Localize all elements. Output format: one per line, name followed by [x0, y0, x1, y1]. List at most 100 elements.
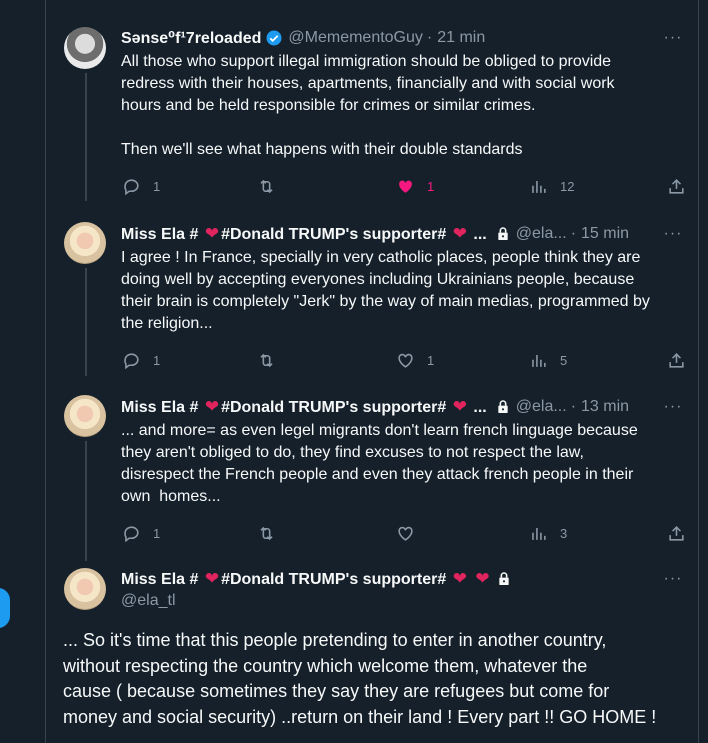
views-button[interactable]: 3 [529, 524, 567, 543]
like-icon [398, 353, 413, 368]
reply-button[interactable]: 1 [122, 351, 160, 370]
share-icon [669, 525, 684, 541]
focused-tweet[interactable]: Miss Ela # ❤ #Donald TRUMP's supporter# ❤… [46, 558, 698, 743]
compose-fab-edge[interactable] [0, 588, 10, 628]
tweet-text: All those who support illegal immigratio… [121, 51, 681, 161]
retweet-button[interactable] [257, 351, 276, 370]
lock-icon [498, 400, 508, 413]
display-name[interactable]: Miss Ela # ❤ #Donald TRUMP's supporter# ❤… [121, 569, 492, 589]
views-icon [532, 527, 546, 540]
name-suffix: #Donald TRUMP's supporter# [221, 226, 447, 243]
avatar[interactable] [64, 222, 106, 264]
name-suffix: #Donald TRUMP's supporter# [221, 399, 447, 416]
heart-emoji-icon: ❤ [204, 569, 220, 588]
retweet-icon [260, 526, 273, 540]
like-button[interactable]: 1 [396, 177, 434, 196]
text-line: money and social security) ..return on t… [63, 706, 657, 727]
name-prefix: Miss Ela # [121, 571, 199, 588]
user-handle[interactable]: @ela... [516, 398, 567, 416]
separator-dot: · [570, 225, 577, 242]
heart-emoji-icon: ❤ [204, 397, 220, 416]
conversation-column: Sənse⁰f¹7reloaded @MemementoGuy · 21 min… [45, 0, 699, 743]
more-icon[interactable]: ··· [662, 226, 684, 249]
share-button[interactable] [667, 524, 686, 543]
more-icon[interactable]: ··· [662, 30, 684, 53]
timestamp[interactable]: 15 min [581, 225, 629, 243]
share-icon [669, 178, 684, 194]
views-count: 12 [560, 178, 575, 194]
like-icon [398, 526, 413, 541]
text-line [121, 117, 681, 139]
heart-emoji-icon: ❤ [452, 569, 467, 588]
timestamp[interactable]: 21 min [437, 29, 485, 47]
separator-dot: · [426, 29, 433, 46]
retweet-button[interactable] [257, 524, 276, 543]
retweet-icon [260, 353, 273, 367]
like-count: 1 [427, 352, 435, 368]
avatar[interactable] [64, 27, 106, 69]
display-name[interactable]: Miss Ela # ❤ #Donald TRUMP's supporter# ❤… [121, 397, 487, 417]
heart-emoji-icon: ❤ [452, 397, 467, 416]
reply-button[interactable]: 1 [122, 177, 160, 196]
avatar[interactable] [64, 395, 106, 437]
share-button[interactable] [667, 351, 686, 370]
display-name[interactable]: Miss Ela # ❤ #Donald TRUMP's supporter# ❤… [121, 224, 487, 244]
views-icon [532, 354, 546, 367]
heart-emoji-icon: ❤ [475, 569, 490, 588]
reply-count: 1 [153, 352, 161, 368]
like-button[interactable] [396, 524, 415, 543]
tweet-text: I agree ! In France, specially in very c… [121, 247, 681, 335]
thread-line [85, 268, 87, 376]
lock-icon [498, 227, 508, 240]
name-prefix: Miss Ela # [121, 226, 199, 243]
retweet-icon [260, 179, 273, 193]
avatar[interactable] [64, 568, 106, 610]
thread-line [85, 73, 87, 201]
text-line: disrespect the French people and even th… [121, 466, 634, 483]
timestamp[interactable]: 13 min [581, 398, 629, 416]
text-line: they aren't obliged to do, they find exc… [121, 444, 584, 461]
views-icon [532, 180, 546, 193]
retweet-button[interactable] [257, 177, 276, 196]
reply-icon [124, 525, 139, 542]
tweet-header: Miss Ela # ❤ #Donald TRUMP's supporter# ❤… [121, 223, 680, 245]
text-line: redress with their houses, apartments, f… [121, 75, 615, 92]
reply-button[interactable]: 1 [122, 524, 160, 543]
user-handle[interactable]: @MemementoGuy [288, 29, 423, 47]
heart-emoji-icon: ❤ [204, 224, 220, 243]
tweet-memementoguy[interactable]: Sənse⁰f¹7reloaded @MemementoGuy · 21 min… [46, 0, 698, 201]
lock-icon [498, 572, 509, 585]
reply-count: 1 [153, 178, 161, 194]
like-icon [399, 180, 412, 193]
text-line: I agree ! In France, specially in very c… [121, 249, 641, 266]
views-button[interactable]: 5 [529, 351, 567, 370]
display-name[interactable]: Sənse⁰f¹7reloaded [121, 28, 261, 48]
tweet-header: Sənse⁰f¹7reloaded @MemementoGuy · 21 min [121, 27, 680, 49]
text-line: their brain is completely "Jerk" by the … [121, 293, 650, 310]
views-count: 5 [560, 352, 568, 368]
text-line: ... So it's time that this people preten… [63, 630, 607, 650]
reply-icon [124, 178, 139, 195]
more-icon[interactable]: ··· [662, 571, 684, 594]
text-line: All those who support illegal immigratio… [121, 53, 612, 70]
verified-icon [266, 30, 282, 46]
text-line: Then we'll see what happens with their d… [121, 141, 523, 158]
tweet-miss-ela-1[interactable]: Miss Ela # ❤ #Donald TRUMP's supporter# ❤… [46, 205, 698, 376]
user-handle[interactable]: @ela_tl [121, 592, 176, 610]
views-count: 3 [560, 525, 568, 541]
name-prefix: Miss Ela # [121, 399, 199, 416]
tweet-header: Miss Ela # ❤ #Donald TRUMP's supporter# ❤… [121, 568, 680, 590]
name-ellipsis: ... [473, 399, 487, 416]
user-handle[interactable]: @ela... [516, 225, 567, 243]
tweet-actions: 1 3 [118, 523, 688, 543]
like-button[interactable]: 1 [396, 351, 434, 370]
tweet-actions: 1 1 12 [118, 176, 688, 196]
tweet-miss-ela-2[interactable]: Miss Ela # ❤ #Donald TRUMP's supporter# ❤… [46, 378, 698, 561]
more-icon[interactable]: ··· [662, 399, 684, 422]
text-line: the religion... [121, 315, 213, 332]
tweet-header: Miss Ela # ❤ #Donald TRUMP's supporter# ❤… [121, 396, 680, 418]
text-line: own homes... [121, 488, 221, 505]
views-button[interactable]: 12 [529, 177, 574, 196]
share-button[interactable] [667, 177, 686, 196]
text-line: ... and more= as even legel migrants don… [121, 422, 638, 439]
